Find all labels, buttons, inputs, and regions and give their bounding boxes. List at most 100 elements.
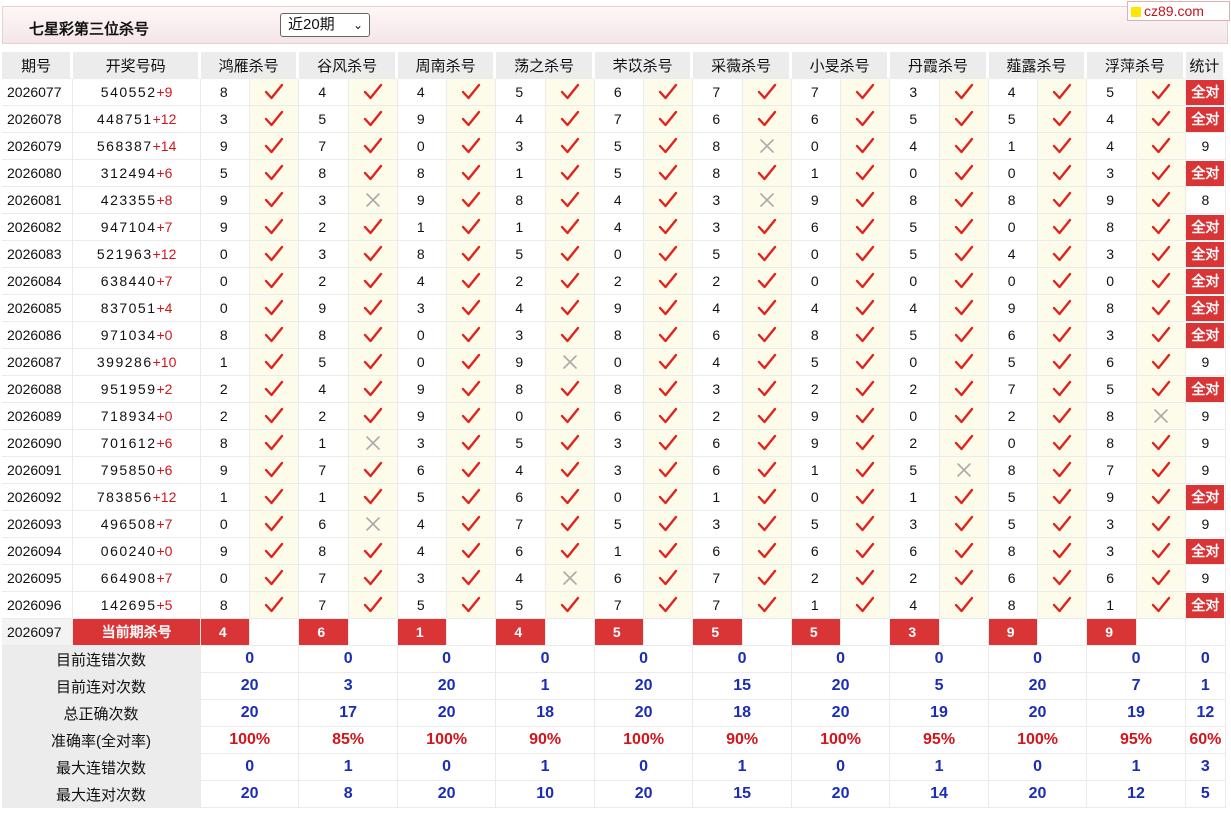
row-stat: 9 — [1185, 349, 1226, 376]
site-logo[interactable]: cz89.com — [1127, 1, 1230, 21]
cross-icon — [348, 187, 398, 214]
kill-number: 6 — [397, 457, 448, 484]
kill-number: 0 — [200, 295, 251, 322]
kill-number: 9 — [1087, 187, 1137, 214]
check-icon — [841, 511, 891, 538]
check-icon — [1038, 538, 1088, 565]
check-icon — [644, 592, 694, 619]
check-icon — [1136, 349, 1186, 376]
kill-number: 3 — [1087, 511, 1137, 538]
draw-numbers: 951959+2 — [73, 376, 201, 403]
kill-number: 4 — [791, 295, 842, 322]
check-icon — [250, 322, 300, 349]
kill-number: 9 — [200, 538, 251, 565]
kill-number: 9 — [1087, 484, 1137, 511]
kill-number: 2 — [693, 268, 743, 295]
logo-square-icon — [1131, 7, 1141, 17]
summary-value: 100% — [594, 727, 694, 754]
check-icon — [939, 187, 989, 214]
check-icon — [447, 79, 497, 106]
kill-number: 5 — [988, 349, 1039, 376]
kill-number: 5 — [890, 106, 940, 133]
check-icon — [939, 214, 989, 241]
chevron-down-icon: ⌄ — [352, 18, 363, 32]
kill-number: 5 — [299, 106, 349, 133]
check-icon — [348, 268, 398, 295]
kill-number: 5 — [200, 160, 251, 187]
check-icon — [1038, 592, 1088, 619]
summary-value: 17 — [299, 700, 398, 727]
kill-number: 4 — [594, 187, 645, 214]
check-icon — [939, 538, 989, 565]
check-icon — [1038, 376, 1088, 403]
issue-number: 2026079 — [2, 133, 74, 160]
kill-number: 8 — [496, 376, 546, 403]
summary-label: 最大连对次数 — [2, 781, 201, 808]
kill-number: 9 — [791, 187, 842, 214]
summary-value: 20 — [200, 700, 300, 727]
check-icon — [742, 214, 792, 241]
draw-digits: 664908 — [100, 570, 157, 586]
draw-extra: +14 — [152, 138, 177, 154]
check-icon — [250, 295, 300, 322]
draw-extra: +7 — [156, 516, 173, 532]
kill-number: 7 — [988, 376, 1039, 403]
check-icon — [250, 214, 300, 241]
draw-digits: 568387 — [96, 138, 153, 154]
summary-value: 20 — [791, 781, 891, 808]
check-icon — [447, 376, 497, 403]
row-stat: 全对 — [1185, 295, 1226, 322]
check-icon — [1038, 241, 1088, 268]
check-icon — [348, 160, 398, 187]
summary-row: 总正确次数 20 17 20 18 20 18 20 19 20 19 12 — [2, 700, 1226, 727]
kill-number: 2 — [791, 565, 842, 592]
kill-number: 1 — [791, 160, 842, 187]
row-stat: 全对 — [1185, 538, 1226, 565]
cross-icon — [545, 565, 595, 592]
check-icon — [348, 106, 398, 133]
kill-number: 6 — [890, 538, 940, 565]
row-stat: 全对 — [1185, 214, 1226, 241]
kill-number: 5 — [1087, 79, 1137, 106]
summary-stat: 12 — [1185, 700, 1226, 727]
draw-numbers: 664908+7 — [73, 565, 201, 592]
summary-value: 1 — [1087, 754, 1186, 781]
all-correct-badge: 全对 — [1186, 106, 1225, 132]
kill-number: 8 — [496, 187, 546, 214]
kill-number: 4 — [397, 511, 448, 538]
kill-number: 2 — [200, 403, 251, 430]
check-icon — [545, 133, 595, 160]
summary-value: 0 — [1087, 646, 1186, 673]
draw-numbers: 423355+8 — [73, 187, 201, 214]
check-icon — [545, 430, 595, 457]
kill-number: 0 — [200, 511, 251, 538]
check-icon — [841, 133, 891, 160]
check-icon — [644, 565, 694, 592]
summary-row: 最大连错次数 0 1 0 1 0 1 0 1 0 1 3 — [2, 754, 1226, 781]
table-row: 2026079 568387+14 9 7 0 3 5 8 0 4 1 4 9 — [2, 133, 1226, 160]
check-icon — [250, 511, 300, 538]
kill-number: 0 — [890, 160, 940, 187]
summary-value: 14 — [890, 781, 989, 808]
kill-number: 5 — [299, 349, 349, 376]
table-row: 2026078 448751+12 3 5 9 4 7 6 6 5 5 4 全对 — [2, 106, 1226, 133]
summary-value: 20 — [200, 673, 300, 700]
kill-number: 5 — [890, 241, 940, 268]
kill-number: 0 — [594, 241, 645, 268]
check-icon — [742, 565, 792, 592]
draw-digits: 837051 — [100, 300, 157, 316]
check-icon — [545, 160, 595, 187]
col-header-expert: 薤露杀号 — [988, 52, 1088, 79]
kill-number: 0 — [200, 565, 251, 592]
kill-number: 5 — [988, 511, 1039, 538]
kill-number: 0 — [397, 133, 448, 160]
period-range-select[interactable]: 近20期 ⌄ — [280, 13, 370, 37]
check-icon — [1038, 349, 1088, 376]
draw-digits: 423355 — [100, 192, 157, 208]
summary-value: 20 — [791, 700, 891, 727]
col-header-expert: 鸿雁杀号 — [200, 52, 300, 79]
check-icon — [545, 511, 595, 538]
row-stat: 全对 — [1185, 376, 1226, 403]
issue-number: 2026077 — [2, 79, 74, 106]
check-icon — [545, 268, 595, 295]
